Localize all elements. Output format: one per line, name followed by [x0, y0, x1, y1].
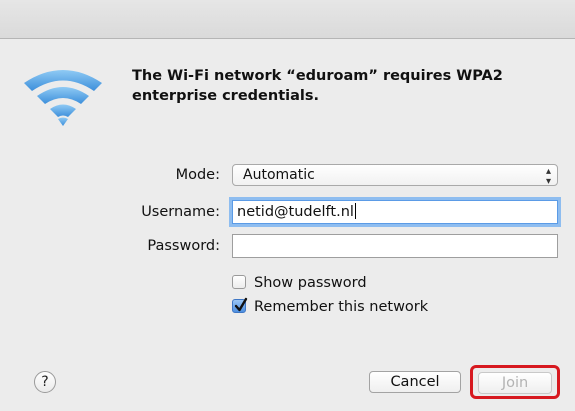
show-password-checkbox[interactable] — [232, 275, 246, 289]
mode-label: Mode: — [175, 167, 220, 183]
text-caret — [354, 203, 356, 219]
checkmark-icon — [234, 297, 248, 312]
dialog-titlebar — [0, 0, 575, 39]
dialog-heading: The Wi-Fi network “eduroam” requires WPA… — [132, 68, 503, 104]
show-password-label: Show password — [254, 275, 367, 291]
password-field[interactable] — [232, 234, 558, 258]
wifi-icon — [24, 70, 102, 126]
select-arrows-icon: ▴ ▾ — [545, 166, 551, 187]
wifi-credentials-dialog: The Wi-Fi network “eduroam” requires WPA… — [0, 0, 575, 411]
username-value: netid@tudelft.nl — [237, 204, 354, 220]
username-label: Username: — [141, 204, 220, 220]
remember-network-checkbox[interactable] — [232, 297, 248, 313]
help-button[interactable]: ? — [34, 371, 56, 393]
password-label: Password: — [147, 238, 220, 254]
mode-select-value: Automatic — [243, 167, 315, 183]
cancel-button[interactable]: Cancel — [369, 371, 461, 393]
join-highlight-annotation — [470, 365, 560, 399]
username-field[interactable]: netid@tudelft.nl — [232, 200, 558, 224]
mode-select[interactable]: Automatic ▴ ▾ — [232, 164, 558, 187]
remember-network-label: Remember this network — [254, 299, 429, 315]
